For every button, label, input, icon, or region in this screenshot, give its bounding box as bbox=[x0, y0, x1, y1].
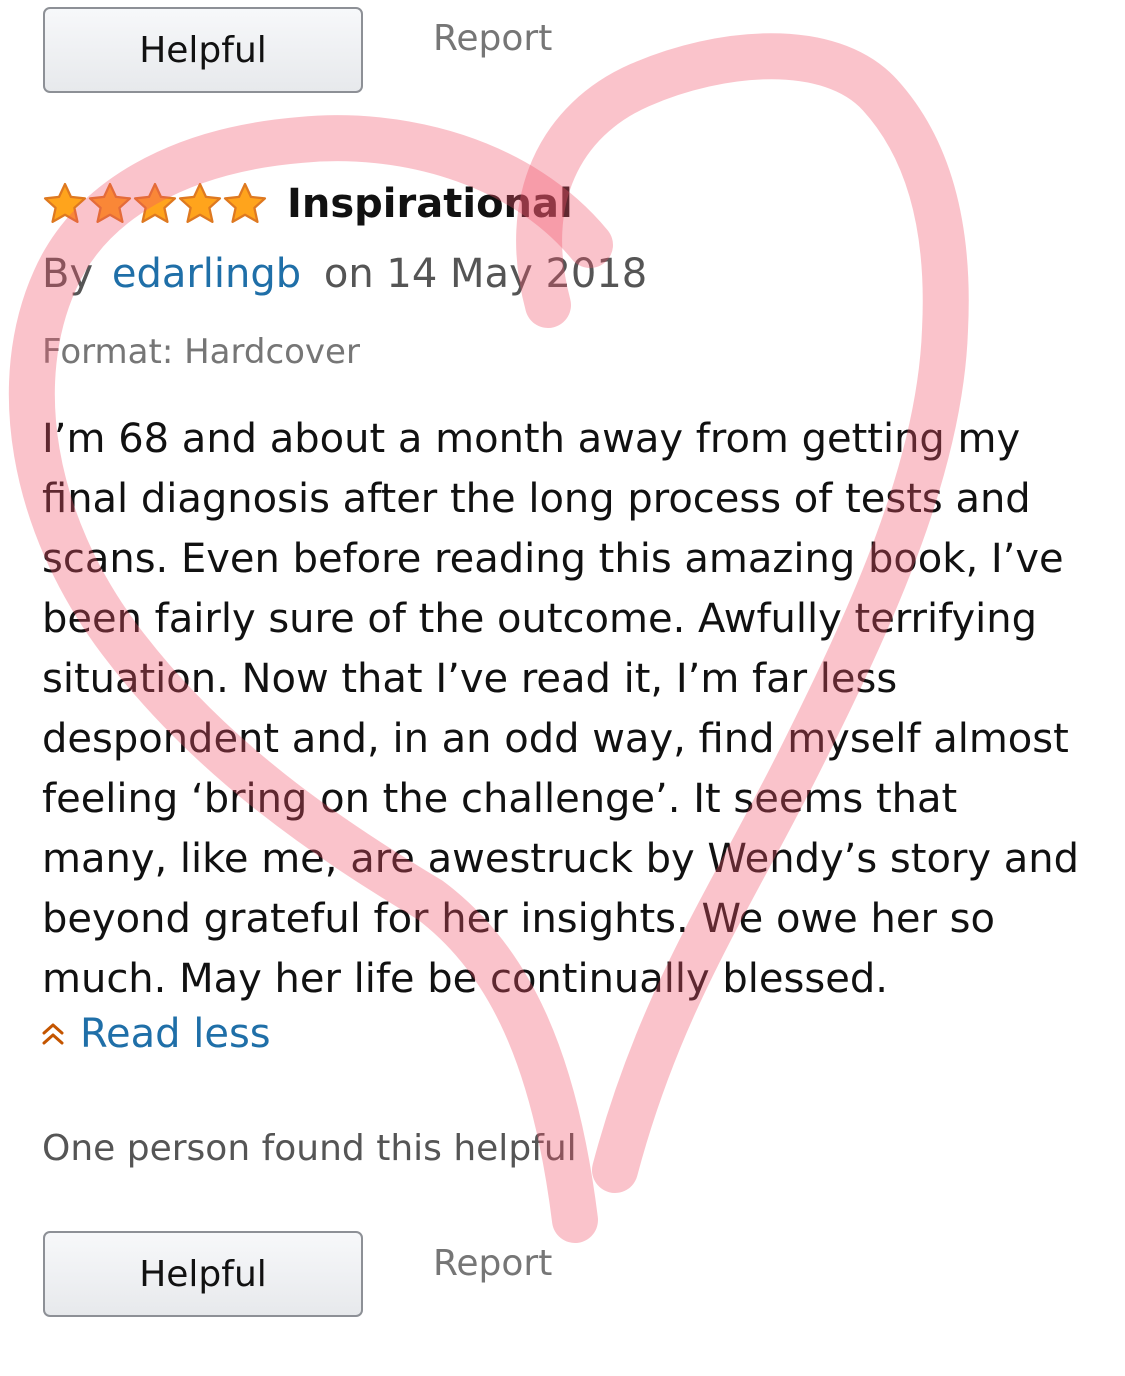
report-link-bottom[interactable]: Report bbox=[433, 1243, 552, 1284]
star-icon bbox=[43, 182, 87, 223]
review-header: Inspirational bbox=[42, 176, 573, 232]
review-title: Inspirational bbox=[287, 181, 573, 227]
star-rating bbox=[42, 181, 267, 227]
star-icon bbox=[223, 182, 267, 223]
helpful-button-top[interactable]: Helpful bbox=[43, 7, 363, 93]
review-byline: By edarlingb on 14 May 2018 bbox=[42, 251, 647, 297]
review-body-line: I’m 68 and about a month away from getti… bbox=[42, 416, 1021, 462]
review-body-line: scans. Even before reading this amazing … bbox=[42, 536, 1064, 582]
helpful-count: One person found this helpful bbox=[42, 1128, 577, 1169]
review-body-line: feeling ‘bring on the challenge’. It see… bbox=[42, 776, 958, 822]
review-body-line: despondent and, in an odd way, find myse… bbox=[42, 716, 1069, 762]
author-link[interactable]: edarlingb bbox=[112, 251, 301, 297]
helpful-button-bottom[interactable]: Helpful bbox=[43, 1231, 363, 1317]
star-icon bbox=[178, 182, 222, 223]
review-date: on 14 May 2018 bbox=[323, 251, 648, 297]
review-body-line: many, like me, are awestruck by Wendy’s … bbox=[42, 836, 1080, 882]
star-icon bbox=[133, 182, 177, 223]
review-format: Format: Hardcover bbox=[42, 332, 360, 372]
review-body-line: beyond grateful for her insights. We owe… bbox=[42, 896, 995, 942]
double-chevron-up-icon bbox=[42, 1023, 64, 1045]
review-body-line: situation. Now that I’ve read it, I’m fa… bbox=[42, 656, 898, 702]
review-body-line: final diagnosis after the long process o… bbox=[42, 476, 1031, 522]
review-body-line: been fairly sure of the outcome. Awfully… bbox=[42, 596, 1038, 642]
report-link-top[interactable]: Report bbox=[433, 18, 552, 59]
star-icon bbox=[88, 182, 132, 223]
by-prefix: By bbox=[42, 251, 94, 297]
review-body-line: much. May her life be continually blesse… bbox=[42, 956, 888, 1002]
review-body: I’m 68 and about a month away from getti… bbox=[42, 409, 1097, 1009]
read-less-label: Read less bbox=[80, 1011, 271, 1057]
read-less-toggle[interactable]: Read less bbox=[40, 1011, 271, 1057]
